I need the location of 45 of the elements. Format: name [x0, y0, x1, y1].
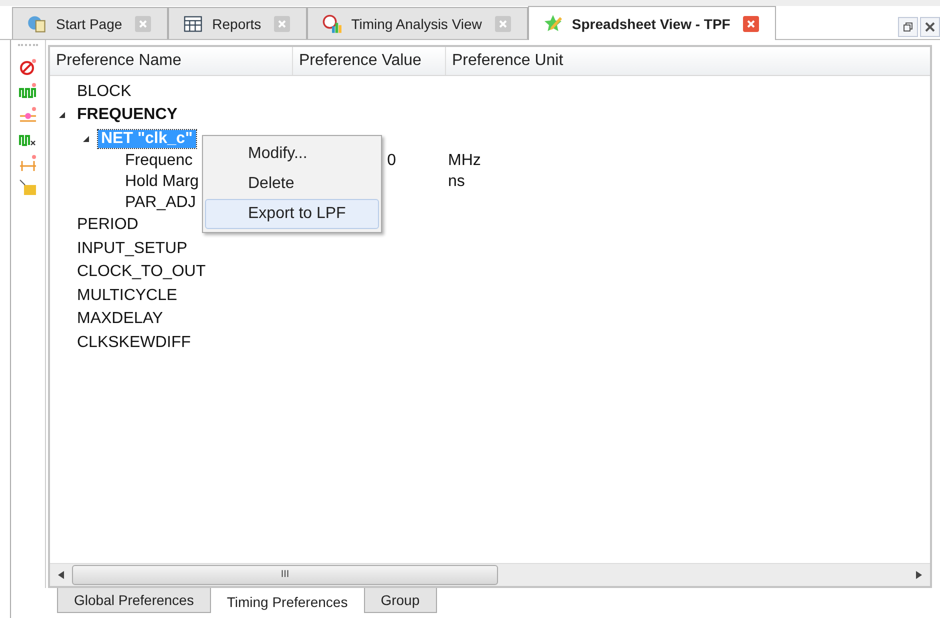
preference-name[interactable]: MULTICYCLE: [74, 286, 180, 305]
close-icon[interactable]: [920, 17, 940, 37]
menu-item[interactable]: Delete: [205, 169, 379, 199]
preference-name[interactable]: Hold Marg: [122, 173, 202, 191]
preference-name[interactable]: CLOCK_TO_OUT: [74, 263, 209, 282]
preference-name[interactable]: CLKSKEWDIFF: [74, 334, 194, 352]
star-pencil-icon: [542, 14, 563, 34]
preference-name[interactable]: PAR_ADJ: [122, 194, 199, 212]
document-tab[interactable]: Start Page: [12, 7, 168, 39]
preference-name[interactable]: MAXDELAY: [74, 310, 166, 328]
restore-icon[interactable]: [898, 17, 918, 37]
preference-name[interactable]: FREQUENCY: [74, 106, 180, 124]
preference-name[interactable]: INPUT_SETUP: [74, 240, 190, 258]
document-tab[interactable]: Reports: [168, 7, 308, 39]
expanded-triangle-icon[interactable]: [58, 111, 66, 120]
globe-page-icon: [27, 14, 47, 34]
preference-name[interactable]: Frequenc: [122, 152, 196, 170]
tab-label: Start Page: [56, 16, 122, 32]
preference-unit: MHz: [448, 152, 481, 169]
column-header[interactable]: Preference Unit: [446, 47, 930, 75]
expanded-triangle-icon[interactable]: [82, 134, 90, 143]
preference-unit: ns: [448, 173, 465, 190]
preference-name[interactable]: BLOCK: [74, 82, 134, 101]
preference-value: 0: [387, 152, 396, 170]
sheet-tab[interactable]: Group: [364, 588, 437, 613]
document-tab[interactable]: Timing Analysis View: [307, 7, 528, 39]
document-tab[interactable]: Spreadsheet View - TPF: [528, 6, 776, 40]
scroll-thumb[interactable]: III: [72, 565, 498, 585]
right-arrow-icon[interactable]: [916, 571, 922, 579]
column-header[interactable]: Preference Value: [293, 47, 446, 75]
column-header[interactable]: Preference Name: [50, 47, 293, 75]
menu-item[interactable]: Modify...: [205, 139, 379, 169]
left-arrow-icon[interactable]: [58, 571, 64, 579]
horizontal-scrollbar[interactable]: III: [50, 563, 930, 586]
clock-chart-icon: [322, 14, 342, 34]
menu-item[interactable]: Export to LPF: [205, 199, 379, 229]
preference-name[interactable]: PERIOD: [74, 216, 142, 234]
tab-label: Timing Analysis View: [351, 16, 482, 32]
sheet-tab[interactable]: Global Preferences: [57, 588, 211, 613]
tab-label: Spreadsheet View - TPF: [572, 16, 730, 32]
no-signal-icon[interactable]: [19, 58, 37, 76]
pulse-icon[interactable]: [19, 82, 37, 100]
tab-label: Reports: [212, 16, 262, 32]
table-icon: [183, 14, 204, 34]
close-icon[interactable]: [743, 16, 760, 32]
